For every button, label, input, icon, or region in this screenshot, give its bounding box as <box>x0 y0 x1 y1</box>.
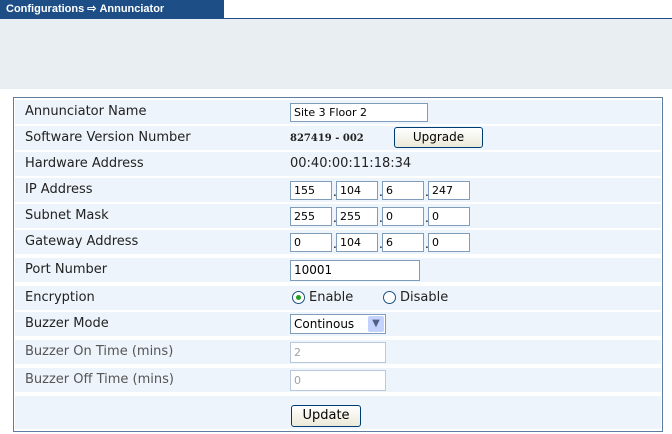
upgrade-button[interactable]: Upgrade <box>394 127 483 148</box>
hardware-address-value: 00:40:00:11:18:34 <box>290 156 412 171</box>
gateway-octet-1-input[interactable]: 0 <box>290 233 332 252</box>
buzzer-mode-selected-value: Continous <box>294 317 355 331</box>
row-software-version: Software Version Number 827419 - 002 Upg… <box>15 126 661 152</box>
annunciator-config-page: Configurations ⇨ Annunciator Annunciator N… <box>0 0 672 434</box>
port-number-input[interactable]: 10001 <box>290 260 420 281</box>
ip-octet-4-input[interactable]: 247 <box>428 181 470 200</box>
row-buzzer-on-time: Buzzer On Time (mins) 2 <box>15 340 661 366</box>
subnet-mask-label: Subnet Mask <box>25 208 109 223</box>
gateway-address-label: Gateway Address <box>25 234 139 249</box>
ip-address-label: IP Address <box>25 182 93 197</box>
row-port-number: Port Number 10001 <box>15 258 661 284</box>
arrow-right-icon: ⇨ <box>87 3 97 15</box>
row-buzzer-mode: Buzzer Mode Continous ▼ <box>15 312 661 338</box>
buzzer-off-time-label: Buzzer Off Time (mins) <box>25 372 174 387</box>
encryption-disable-label: Disable <box>400 290 449 305</box>
ip-octet-2-input[interactable]: 104 <box>336 181 378 200</box>
chevron-down-icon[interactable]: ▼ <box>368 316 384 332</box>
row-annunciator-name: Annunciator Name Site 3 Floor 2 <box>15 100 661 126</box>
buzzer-on-time-label: Buzzer On Time (mins) <box>25 344 174 359</box>
buzzer-off-time-input[interactable]: 0 <box>290 370 386 391</box>
encryption-enable-radio[interactable] <box>292 291 305 304</box>
gateway-octet-4-input[interactable]: 0 <box>428 233 470 252</box>
subnet-octet-4-input[interactable]: 0 <box>428 207 470 226</box>
encryption-disable-radio[interactable] <box>383 291 396 304</box>
annunciator-settings-form: Annunciator Name Site 3 Floor 2 Software… <box>13 97 663 432</box>
row-encryption: Encryption Enable Disable <box>15 286 661 312</box>
row-hardware-address: Hardware Address 00:40:00:11:18:34 <box>15 152 661 178</box>
software-version-value: 827419 - 002 <box>290 133 364 144</box>
breadcrumb-page: Annunciator <box>99 3 165 15</box>
update-button[interactable]: Update <box>291 405 361 427</box>
row-ip-address: IP Address 155 . 104 . 6 . 247 <box>15 178 661 204</box>
encryption-enable-label: Enable <box>309 290 354 305</box>
hardware-address-label: Hardware Address <box>25 156 144 171</box>
encryption-label: Encryption <box>25 290 95 305</box>
row-buzzer-off-time: Buzzer Off Time (mins) 0 <box>15 368 661 394</box>
gateway-octet-3-input[interactable]: 6 <box>382 233 424 252</box>
ip-octet-3-input[interactable]: 6 <box>382 181 424 200</box>
port-number-label: Port Number <box>25 262 108 277</box>
gateway-octet-2-input[interactable]: 104 <box>336 233 378 252</box>
ip-octet-1-input[interactable]: 155 <box>290 181 332 200</box>
annunciator-name-label: Annunciator Name <box>25 104 147 119</box>
row-gateway-address: Gateway Address 0 . 104 . 6 . 0 <box>15 230 661 256</box>
subnet-octet-1-input[interactable]: 255 <box>290 207 332 226</box>
subnet-octet-2-input[interactable]: 255 <box>336 207 378 226</box>
page-header-bar: Configurations ⇨ Annunciator <box>0 0 224 19</box>
buzzer-mode-select[interactable]: Continous ▼ <box>290 314 386 334</box>
annunciator-name-input[interactable]: Site 3 Floor 2 <box>290 103 428 122</box>
banner-area <box>0 19 672 89</box>
buzzer-on-time-input[interactable]: 2 <box>290 342 386 363</box>
buzzer-mode-label: Buzzer Mode <box>25 316 109 331</box>
software-version-label: Software Version Number <box>25 130 191 145</box>
row-update: Update <box>15 396 661 429</box>
subnet-octet-3-input[interactable]: 0 <box>382 207 424 226</box>
row-subnet-mask: Subnet Mask 255 . 255 . 0 . 0 <box>15 204 661 230</box>
breadcrumb-section: Configurations <box>6 3 85 15</box>
